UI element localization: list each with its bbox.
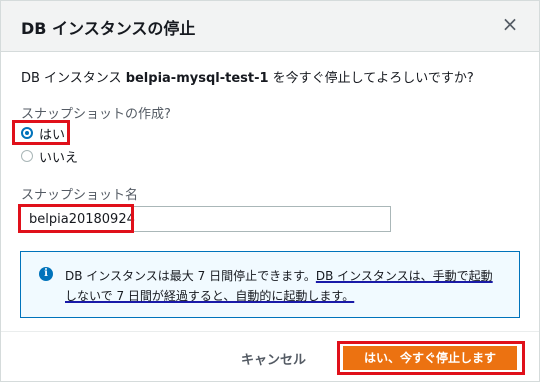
question-prefix: DB インスタンス: [21, 71, 126, 86]
stop-db-instance-dialog: DB インスタンスの停止 × DB インスタンス belpia-mysql-te…: [0, 0, 540, 382]
info-text-plain: DB インスタンスは最大 7 日間停止できます。: [65, 269, 316, 283]
radio-yes[interactable]: はい: [21, 124, 66, 143]
stop-now-button[interactable]: はい、今すぐ停止します: [343, 346, 517, 370]
dialog-header: DB インスタンスの停止 ×: [1, 1, 539, 52]
radio-no[interactable]: いいえ: [21, 147, 79, 166]
instance-name: belpia-mysql-test-1: [125, 71, 269, 86]
radio-no-label: いいえ: [39, 150, 79, 166]
info-alert: i DB インスタンスは最大 7 日間停止できます。DB インスタンスは、手動で…: [20, 251, 520, 318]
close-icon[interactable]: ×: [499, 13, 521, 35]
radio-no-circle[interactable]: [21, 150, 33, 162]
snapshot-label: スナップショットの作成?: [21, 107, 171, 122]
cancel-button[interactable]: キャンセル: [241, 349, 306, 368]
question-suffix: を今すぐ停止してよろしいですか?: [268, 71, 474, 86]
info-icon: i: [39, 267, 53, 281]
radio-yes-circle[interactable]: [21, 127, 33, 139]
snapshot-name-label: スナップショット名: [21, 188, 139, 203]
radio-yes-label: はい: [39, 127, 66, 143]
info-text: DB インスタンスは最大 7 日間停止できます。DB インスタンスは、手動で起動…: [65, 266, 503, 306]
dialog-title: DB インスタンスの停止: [21, 19, 196, 38]
snapshot-name-input[interactable]: [20, 206, 391, 232]
confirmation-question: DB インスタンス belpia-mysql-test-1 を今すぐ停止してよろ…: [21, 67, 474, 86]
